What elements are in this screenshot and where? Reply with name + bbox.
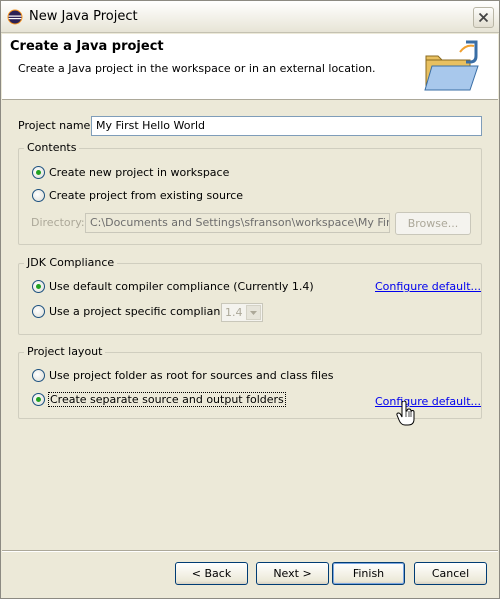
directory-input[interactable]: C:\Documents and Settings\sfranson\works…: [85, 213, 390, 233]
next-button[interactable]: Next >: [256, 562, 329, 585]
next-button-label: Next >: [273, 567, 312, 580]
separate-folders-label[interactable]: Create separate source and output folder…: [48, 392, 286, 407]
create-new-project-label[interactable]: Create new project in workspace: [49, 166, 229, 179]
project-root-radio[interactable]: [32, 369, 45, 382]
cancel-button-label: Cancel: [431, 567, 470, 580]
project-name-input[interactable]: My First Hello World: [91, 116, 482, 136]
finish-button-label: Finish: [352, 567, 385, 580]
chevron-down-icon: [250, 311, 257, 315]
browse-button[interactable]: Browse...: [395, 212, 471, 235]
default-compliance-label[interactable]: Use default compiler compliance (Current…: [49, 280, 314, 293]
dropdown-arrow-button[interactable]: [246, 305, 261, 320]
create-from-existing-label[interactable]: Create project from existing source: [49, 189, 243, 202]
title-bar: New Java Project: [1, 1, 499, 33]
create-new-project-radio[interactable]: [32, 166, 45, 179]
create-from-existing-radio[interactable]: [32, 189, 45, 202]
new-java-project-dialog: New Java Project Create a Java project C…: [0, 0, 500, 599]
project-root-label[interactable]: Use project folder as root for sources a…: [49, 369, 334, 382]
eclipse-icon: [7, 9, 23, 25]
close-icon: [478, 12, 489, 23]
finish-button[interactable]: Finish: [332, 562, 405, 585]
compliance-level-select[interactable]: 1.4: [221, 303, 263, 322]
directory-label: Directory:: [31, 216, 85, 229]
jdk-configure-default-link[interactable]: Configure default...: [375, 280, 481, 293]
browse-button-label: Browse...: [407, 217, 459, 230]
new-java-project-folder-icon: [424, 40, 479, 91]
project-layout-legend: Project layout: [24, 345, 106, 358]
page-title: Create a Java project: [10, 39, 164, 54]
specific-compliance-label[interactable]: Use a project specific compliance:: [49, 305, 237, 318]
separate-folders-radio[interactable]: [32, 393, 45, 406]
wizard-header: Create a Java project Create a Java proj…: [2, 34, 498, 100]
compliance-level-value: 1.4: [225, 306, 243, 319]
back-button[interactable]: < Back: [175, 562, 248, 585]
page-description: Create a Java project in the workspace o…: [18, 62, 376, 75]
specific-compliance-radio[interactable]: [32, 305, 45, 318]
footer-separator: [2, 550, 498, 552]
default-compliance-radio[interactable]: [32, 280, 45, 293]
contents-legend: Contents: [24, 141, 80, 154]
hand-cursor-icon: [396, 401, 415, 426]
project-name-label: Project name:: [18, 119, 95, 132]
layout-configure-default-link[interactable]: Configure default...: [375, 395, 481, 408]
window-title: New Java Project: [29, 9, 138, 24]
cancel-button[interactable]: Cancel: [414, 562, 487, 585]
jdk-compliance-legend: JDK Compliance: [24, 256, 118, 269]
back-button-label: < Back: [191, 567, 232, 580]
jdk-compliance-group: [18, 263, 482, 335]
close-button[interactable]: [473, 7, 494, 28]
